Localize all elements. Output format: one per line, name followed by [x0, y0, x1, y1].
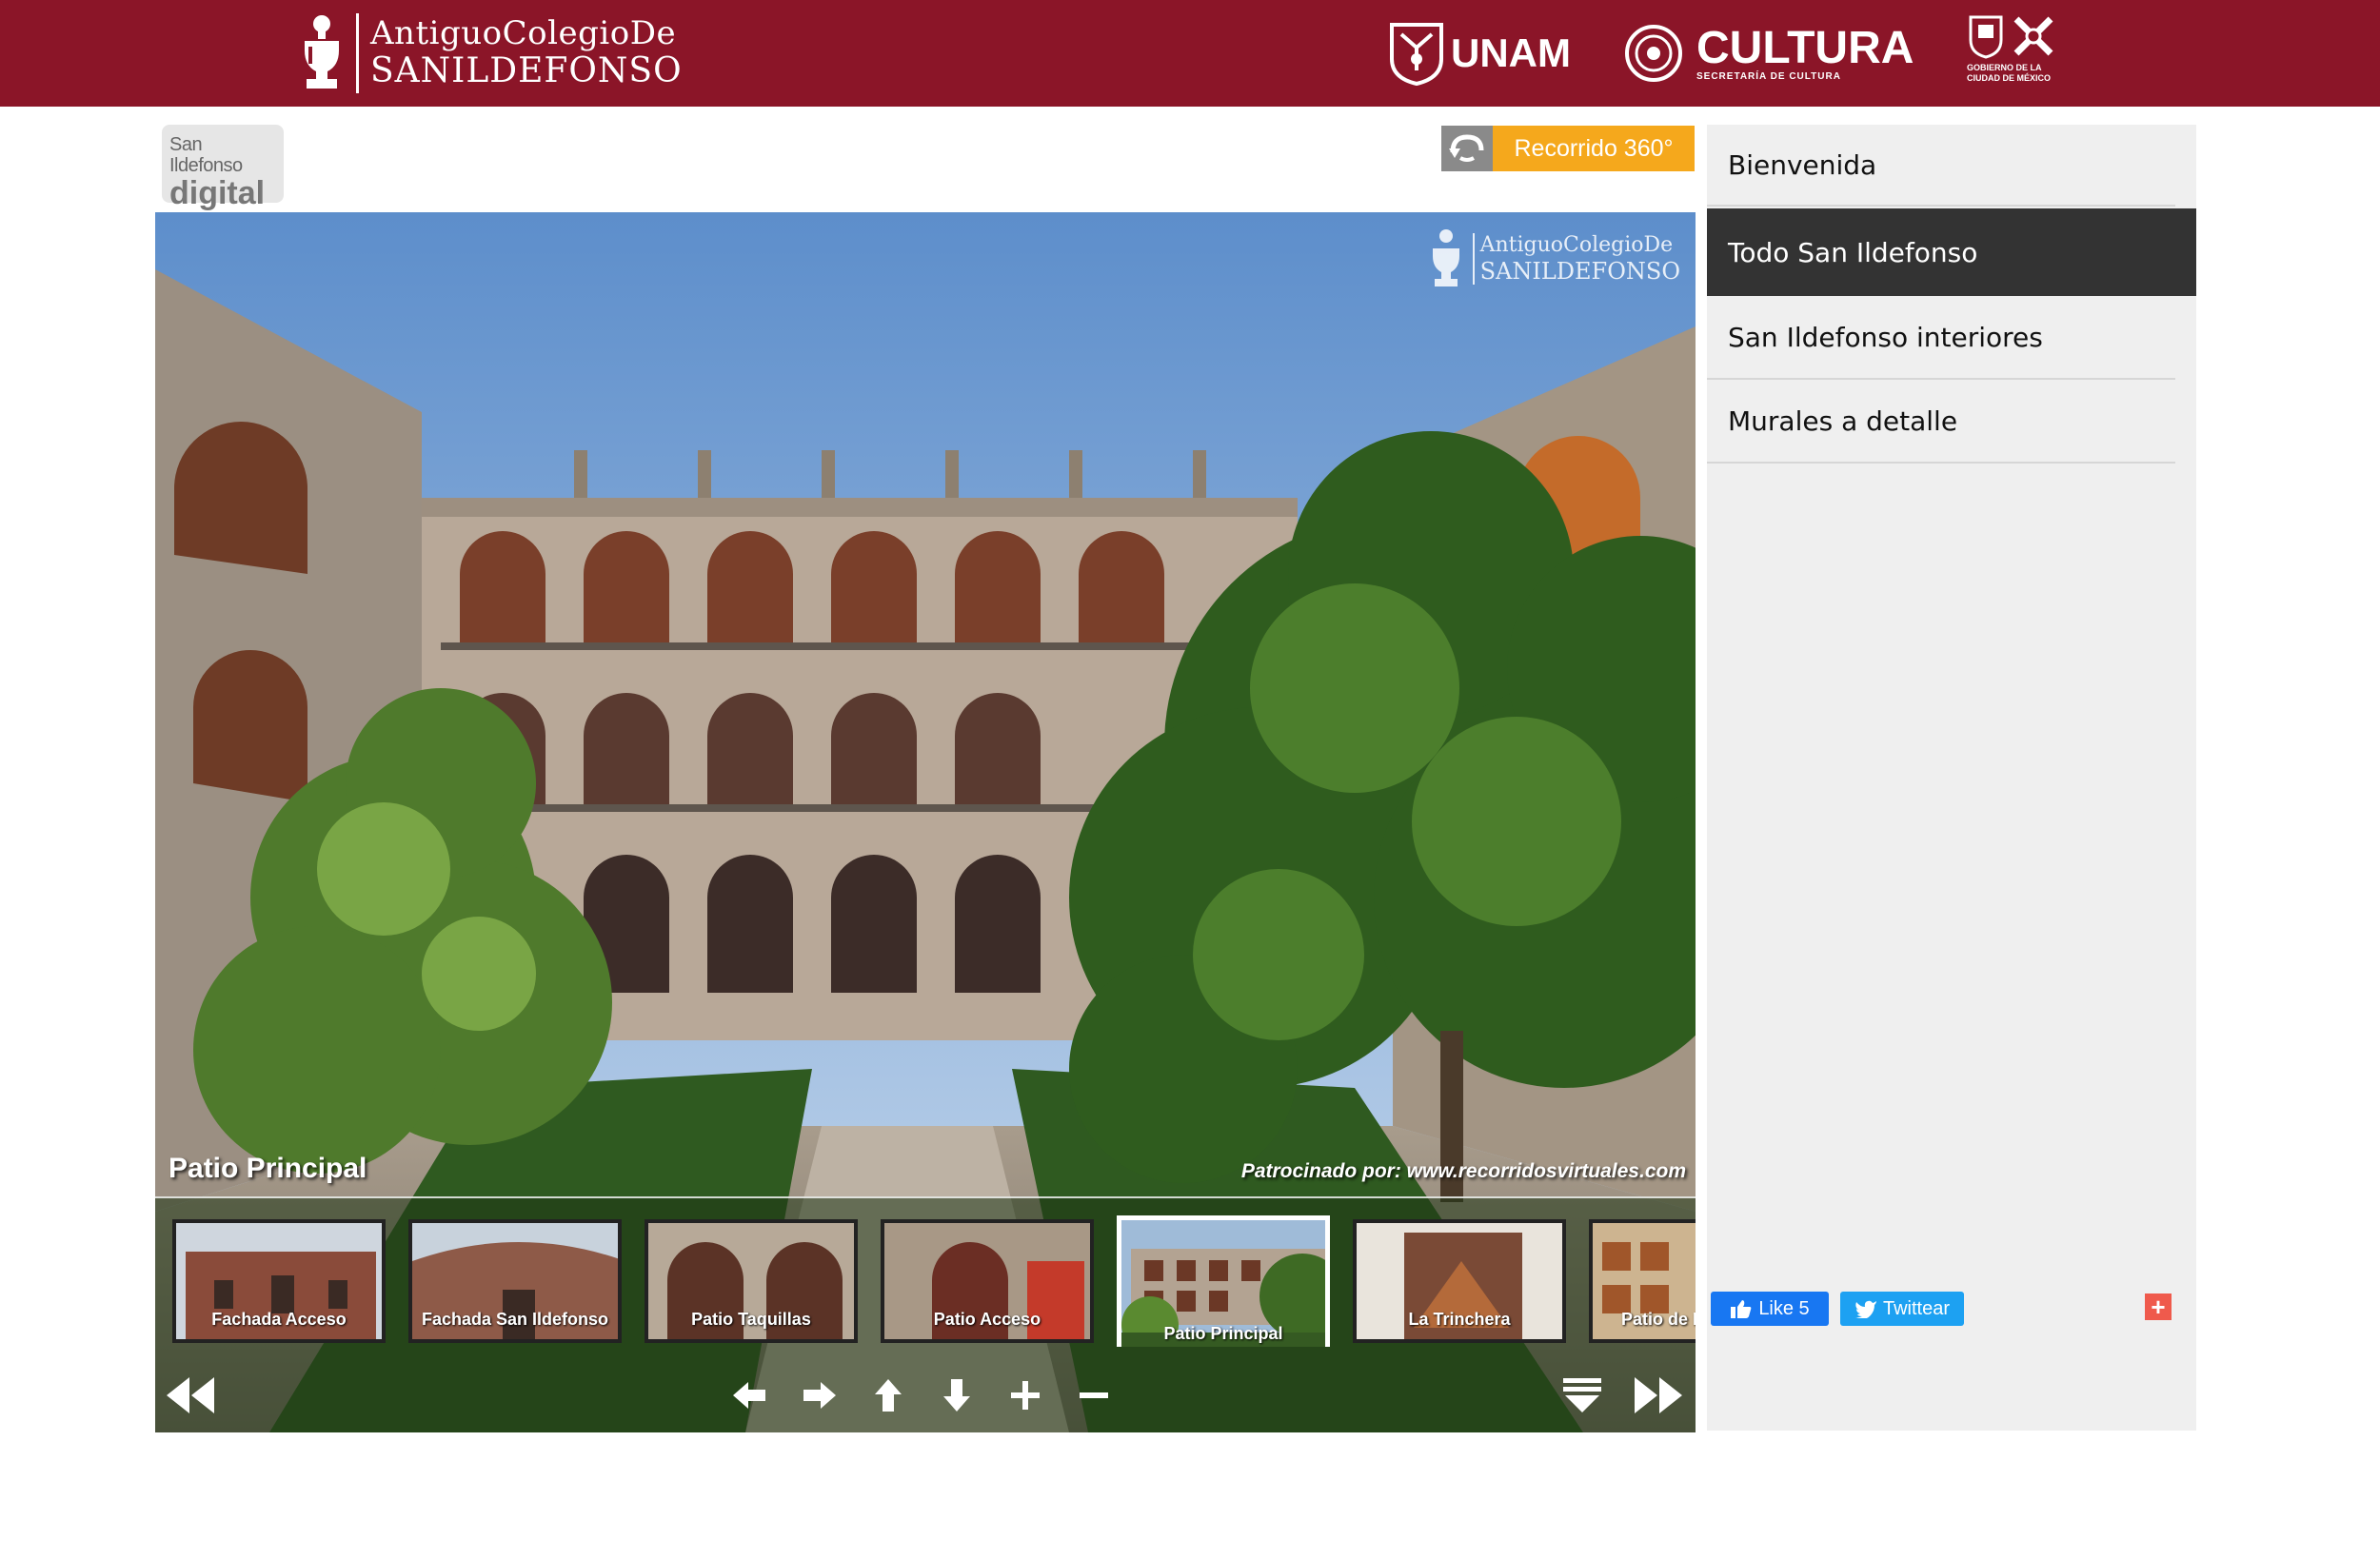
cdmx-label-1: GOBIERNO DE LA	[1967, 63, 2042, 72]
cdmx-logo[interactable]: GOBIERNO DE LA CIUDAD DE MÉXICO	[1967, 13, 2058, 93]
menu-item-murales-a-detalle[interactable]: Murales a detalle	[1707, 380, 2175, 464]
arrow-down-icon[interactable]	[936, 1369, 978, 1422]
badge-small-text: San Ildefonso	[169, 134, 243, 176]
thumbnail-patio-de[interactable]: Patio de I	[1589, 1219, 1696, 1343]
viewer-controls	[155, 1369, 1696, 1426]
urn-watermark-icon	[1432, 229, 1459, 286]
cultura-label: CULTURA	[1696, 22, 1914, 73]
thumbnail-patio-taquillas[interactable]: Patio Taquillas	[645, 1219, 858, 1343]
thumbnail-label: Patio Taquillas	[691, 1310, 811, 1329]
site-logo[interactable]: AntiguoColegioDe SANILDEFONSO	[295, 8, 683, 99]
fast-forward-icon[interactable]	[1629, 1369, 1688, 1422]
facebook-like-label: Like 5	[1758, 1297, 1810, 1319]
thumbnail-label: Fachada Acceso	[211, 1310, 347, 1329]
menu-item-label: San Ildefonso interiores	[1728, 321, 2043, 353]
sidebar: Bienvenida Todo San Ildefonso San Ildefo…	[1707, 125, 2196, 1431]
logo-line-2: SANILDEFONSO	[370, 51, 683, 90]
menu-item-bienvenida[interactable]: Bienvenida	[1707, 125, 2175, 207]
facebook-like-button[interactable]: Like 5	[1711, 1292, 1829, 1326]
thumbnail-label: Patio Acceso	[933, 1310, 1041, 1329]
thumbnail-label: La Trinchera	[1408, 1310, 1511, 1329]
unam-label: UNAM	[1451, 30, 1571, 75]
thumbs-up-icon	[1731, 1300, 1752, 1318]
thumbnail-fachada-acceso[interactable]: Fachada Acceso	[172, 1219, 386, 1343]
twitter-share-label: Twittear	[1882, 1297, 1951, 1319]
cultura-seal-icon	[1625, 25, 1682, 82]
zoom-out-icon[interactable]	[1073, 1369, 1115, 1422]
thumbnail-label: Fachada San Ildefonso	[421, 1310, 609, 1329]
thumbnail-la-trinchera[interactable]: La Trinchera	[1353, 1219, 1566, 1343]
san-ildefonso-digital-badge[interactable]: San Ildefonso digital	[162, 125, 284, 210]
badge-big-text: digital	[169, 175, 266, 211]
recorrido-360-button[interactable]: Recorrido 360°	[1441, 126, 1695, 171]
arrow-left-icon[interactable]	[728, 1369, 770, 1422]
watermark-line-1: AntiguoColegioDe	[1479, 233, 1674, 257]
thumbnail-patio-principal[interactable]: Patio Principal	[1117, 1215, 1330, 1347]
collapse-thumbs-icon[interactable]	[1558, 1369, 1606, 1422]
menu-item-label: Bienvenida	[1728, 148, 1877, 181]
arrow-up-icon[interactable]	[867, 1369, 909, 1422]
urn-logo-icon	[305, 15, 339, 89]
twitter-share-button[interactable]: Twittear	[1840, 1292, 1964, 1326]
cdmx-label-2: CIUDAD DE MÉXICO	[1967, 73, 2052, 83]
rewind-icon[interactable]	[161, 1369, 220, 1422]
twitter-bird-icon	[1854, 1300, 1876, 1318]
unam-logo[interactable]: UNAM	[1388, 13, 1571, 93]
cultura-logo[interactable]: CULTURA SECRETARÍA DE CULTURA	[1622, 13, 1914, 93]
thumbnail-label: Patio de I	[1621, 1310, 1696, 1329]
menu-item-label: Todo San Ildefonso	[1728, 236, 1978, 268]
menu-item-label: Murales a detalle	[1728, 405, 1958, 437]
recorrido-360-label: Recorrido 360°	[1493, 126, 1695, 171]
menu-item-san-ildefonso-interiores[interactable]: San Ildefonso interiores	[1707, 296, 2175, 380]
panorama-viewer[interactable]: AntiguoColegioDe SANILDEFONSO Patio Prin…	[155, 212, 1696, 1432]
scene-title: Patio Principal	[169, 1153, 367, 1184]
thumbnail-patio-acceso[interactable]: Patio Acceso	[881, 1219, 1094, 1343]
share-plus-label: +	[2151, 1292, 2166, 1321]
logo-line-1: AntiguoColegioDe	[370, 14, 677, 52]
sponsor-text: Patrocinado por: www.recorridosvirtuales…	[1240, 1160, 1686, 1182]
arrow-right-icon[interactable]	[799, 1369, 841, 1422]
viewer-watermark: AntiguoColegioDe SANILDEFONSO	[1427, 227, 1680, 290]
share-plus-button[interactable]: +	[2145, 1292, 2172, 1321]
rotate-360-icon	[1441, 126, 1493, 171]
zoom-in-icon[interactable]	[1004, 1369, 1046, 1422]
menu-item-todo-san-ildefonso[interactable]: Todo San Ildefonso	[1707, 208, 2196, 296]
thumbnail-label: Patio Principal	[1163, 1324, 1283, 1343]
cdmx-emblem-icon	[1969, 15, 2053, 59]
thumbnail-divider	[155, 1196, 1696, 1198]
watermark-line-2: SANILDEFONSO	[1479, 258, 1680, 285]
site-header: AntiguoColegioDe SANILDEFONSO UNAM CULTU…	[0, 0, 2380, 107]
unam-shield-icon	[1390, 23, 1443, 86]
thumbnail-fachada-san-ildefonso[interactable]: Fachada San Ildefonso	[408, 1219, 622, 1343]
thumbnail-strip[interactable]: Fachada Acceso Fachada San Ildefonso Pat…	[172, 1214, 1696, 1347]
